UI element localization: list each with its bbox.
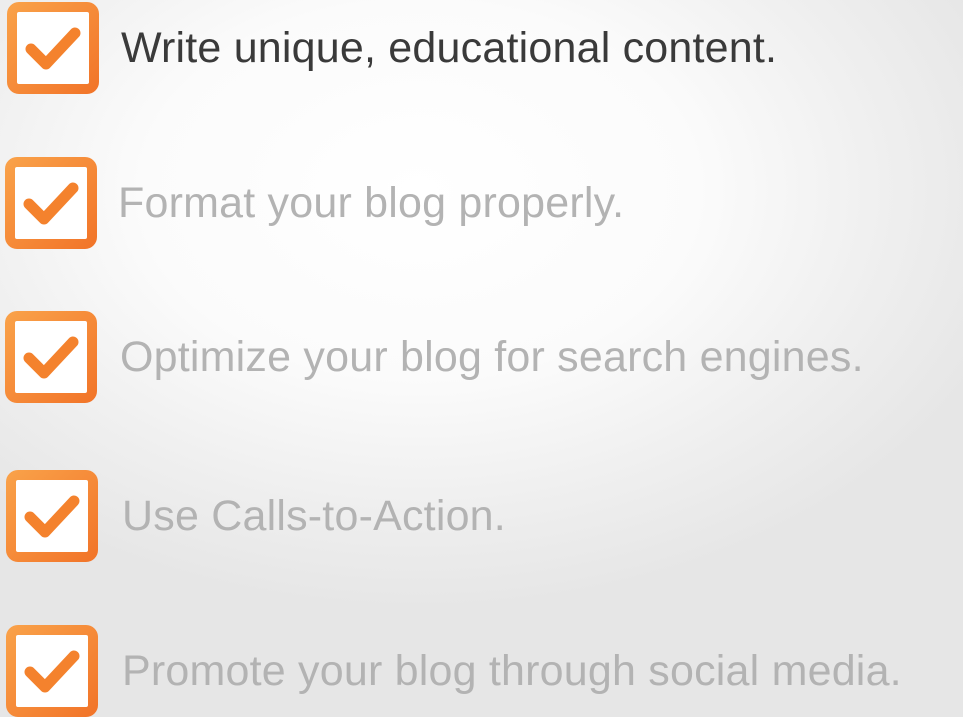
checklist-item[interactable]: Use Calls-to-Action.	[6, 470, 506, 562]
checked-checkbox-icon[interactable]	[7, 2, 99, 94]
checklist-item-label: Format your blog properly.	[118, 178, 625, 227]
checklist: Write unique, educational content. Forma…	[0, 0, 963, 717]
checklist-item-label: Promote your blog through social media.	[122, 646, 902, 695]
checklist-item-label: Optimize your blog for search engines.	[120, 332, 864, 381]
checklist-item-label: Write unique, educational content.	[121, 23, 778, 72]
checklist-item[interactable]: Optimize your blog for search engines.	[5, 311, 864, 403]
checklist-item[interactable]: Promote your blog through social media.	[6, 625, 902, 717]
checked-checkbox-icon[interactable]	[6, 625, 98, 717]
checked-checkbox-icon[interactable]	[5, 311, 97, 403]
checklist-item[interactable]: Write unique, educational content.	[7, 2, 777, 94]
checked-checkbox-icon[interactable]	[5, 157, 97, 249]
checked-checkbox-icon[interactable]	[6, 470, 98, 562]
checklist-item[interactable]: Format your blog properly.	[5, 157, 624, 249]
checklist-item-label: Use Calls-to-Action.	[122, 491, 506, 540]
